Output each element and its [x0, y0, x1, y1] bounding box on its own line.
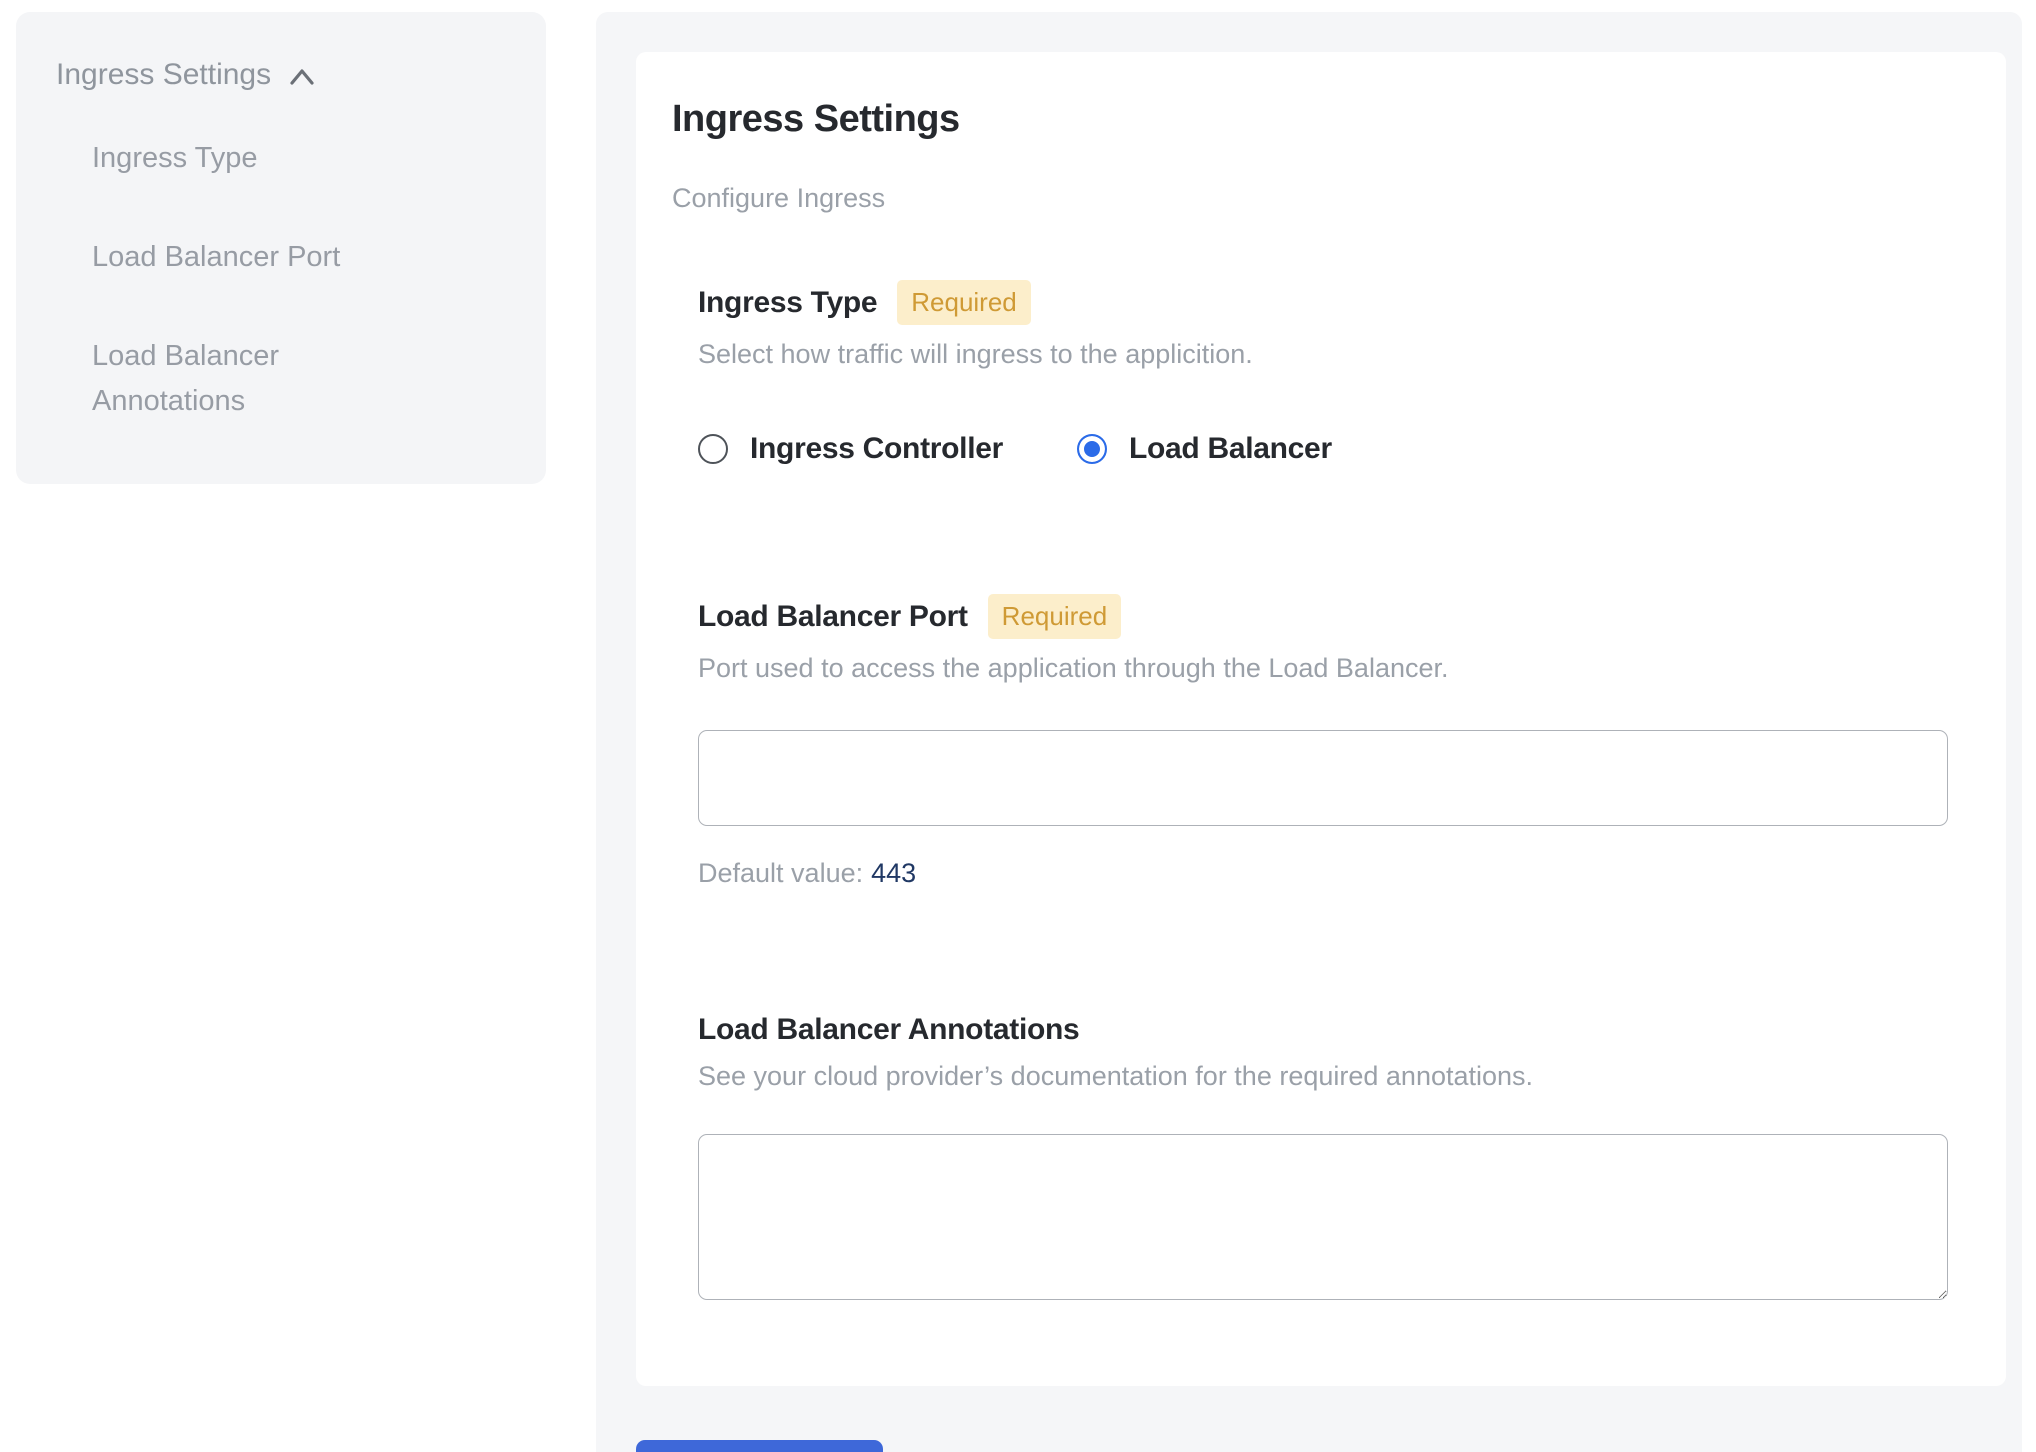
default-value-number: 443 — [871, 858, 916, 888]
radio-option-ingress-controller[interactable]: Ingress Controller — [698, 432, 1003, 466]
load-balancer-annotations-textarea[interactable] — [698, 1134, 1948, 1300]
field-ingress-type: Ingress Type Required Select how traffic… — [698, 280, 1948, 466]
field-load-balancer-annotations: Load Balancer Annotations See your cloud… — [698, 1013, 1948, 1300]
load-balancer-radio[interactable] — [1077, 434, 1107, 464]
chevron-up-icon — [287, 61, 317, 89]
save-config-button[interactable]: Save config — [636, 1440, 883, 1452]
load-balancer-port-label: Load Balancer Port — [698, 600, 968, 634]
required-badge: Required — [988, 594, 1122, 639]
required-badge: Required — [897, 280, 1031, 325]
load-balancer-port-input[interactable] — [698, 730, 1948, 826]
sidebar-group-ingress-settings[interactable]: Ingress Settings — [56, 58, 506, 92]
settings-sidebar: Ingress Settings Ingress Type Load Balan… — [16, 12, 546, 484]
sidebar-group-label: Ingress Settings — [56, 58, 271, 92]
sidebar-item-load-balancer-port[interactable]: Load Balancer Port — [92, 235, 422, 280]
load-balancer-port-description: Port used to access the application thro… — [698, 653, 1948, 684]
load-balancer-radio-label: Load Balancer — [1129, 432, 1332, 466]
sidebar-item-load-balancer-annotations[interactable]: Load Balancer Annotations — [92, 334, 422, 424]
page-title: Ingress Settings — [672, 98, 1948, 141]
ingress-settings-card: Ingress Settings Configure Ingress Ingre… — [636, 52, 2006, 1386]
sidebar-items: Ingress Type Load Balancer Port Load Bal… — [92, 136, 506, 424]
page-layout: Ingress Settings Ingress Type Load Balan… — [0, 0, 2036, 1452]
load-balancer-port-default: Default value: 443 — [698, 858, 1948, 889]
content-panel: Ingress Settings Configure Ingress Ingre… — [596, 12, 2022, 1452]
sidebar-item-ingress-type[interactable]: Ingress Type — [92, 136, 422, 181]
page-subtitle: Configure Ingress — [672, 183, 1948, 214]
field-load-balancer-port: Load Balancer Port Required Port used to… — [698, 594, 1948, 889]
radio-option-load-balancer[interactable]: Load Balancer — [1077, 432, 1332, 466]
load-balancer-annotations-description: See your cloud provider’s documentation … — [698, 1061, 1948, 1092]
default-value-prefix: Default value: — [698, 858, 863, 888]
ingress-type-description: Select how traffic will ingress to the a… — [698, 339, 1948, 370]
load-balancer-annotations-label: Load Balancer Annotations — [698, 1013, 1079, 1047]
ingress-controller-radio[interactable] — [698, 434, 728, 464]
ingress-controller-radio-label: Ingress Controller — [750, 432, 1003, 466]
ingress-type-label: Ingress Type — [698, 286, 877, 320]
form-fields: Ingress Type Required Select how traffic… — [698, 280, 1948, 1300]
ingress-type-radio-group: Ingress Controller Load Balancer — [698, 432, 1948, 466]
